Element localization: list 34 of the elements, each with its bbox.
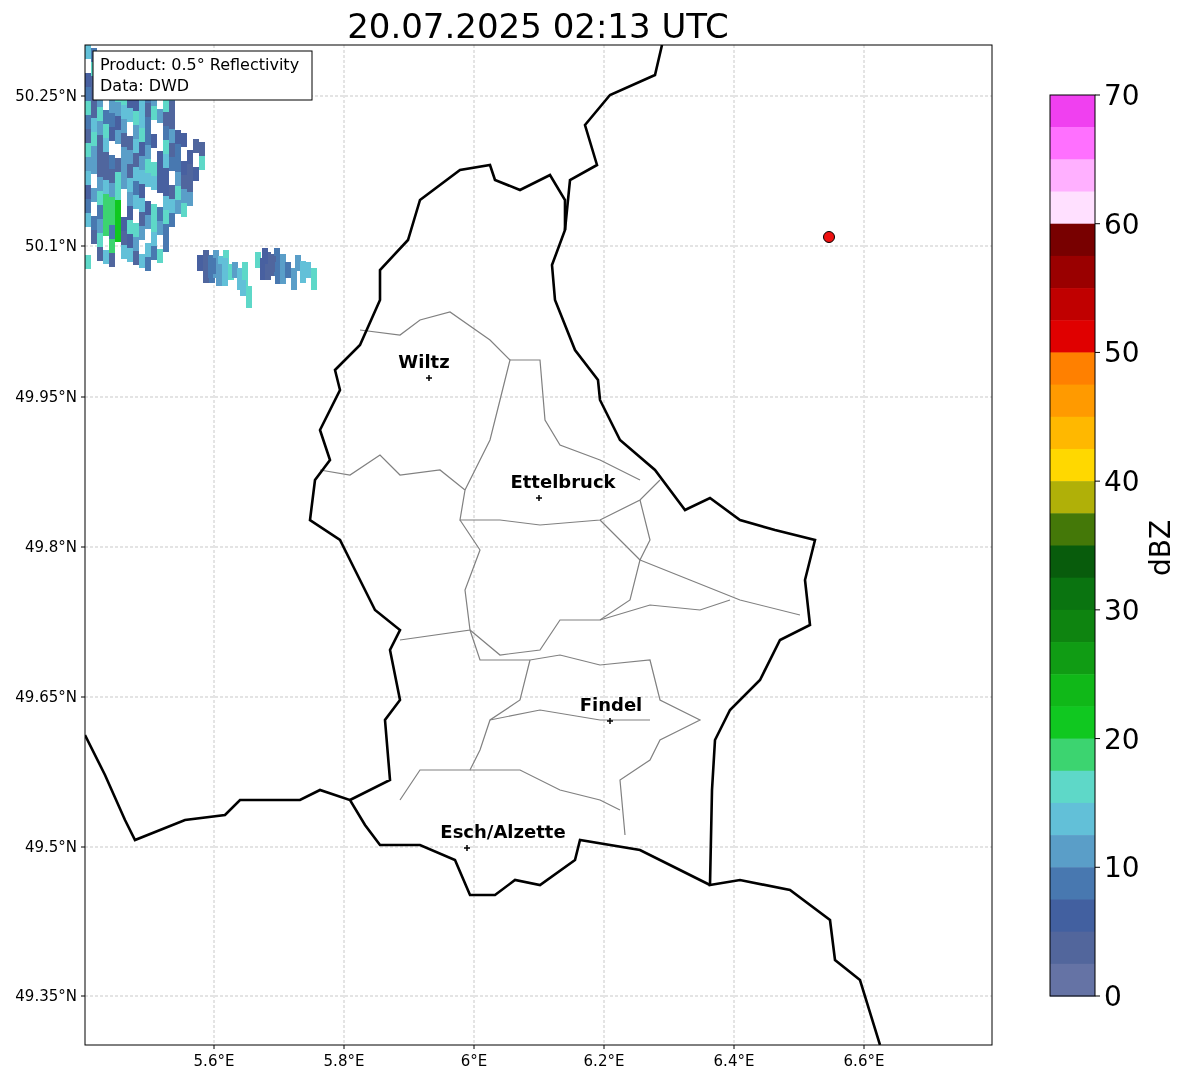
city-marker-icon	[425, 374, 433, 382]
colorbar-tick-label: 20	[1104, 722, 1140, 756]
axis-tick-label: 49.8°N	[24, 538, 77, 556]
axis-tick-label: 49.5°N	[24, 838, 77, 856]
colorbar-label: dBZ	[1144, 519, 1177, 577]
city-marker-icon	[463, 844, 471, 852]
colorbar-tick-label: 10	[1104, 851, 1140, 885]
chart-title: 20.07.2025 02:13 UTC	[347, 6, 729, 46]
colorbar-tick-label: 40	[1104, 465, 1140, 499]
axis-tick-label: 5.8°E	[323, 1052, 365, 1070]
city-marker-icon	[606, 717, 614, 725]
axis-tick-label: 6.6°E	[843, 1052, 885, 1070]
city-marker-icon	[535, 494, 543, 502]
axis-tick-label: 49.35°N	[15, 987, 77, 1005]
colorbar-tick-label: 60	[1104, 207, 1140, 241]
axis-tick-label: 49.95°N	[15, 388, 77, 406]
colorbar-tick-label: 50	[1104, 336, 1140, 370]
axis-tick-label: 49.65°N	[15, 688, 77, 706]
colorbar-tick-label: 0	[1104, 980, 1122, 1013]
info-text: Data: DWD	[100, 76, 190, 95]
info-text: Product: 0.5° Reflectivity	[100, 55, 300, 74]
station-marker-icon	[823, 231, 835, 243]
colorbar-tick-label: 30	[1104, 593, 1140, 627]
axis-tick-label: 6°E	[460, 1052, 488, 1070]
city-label: Esch/Alzette	[440, 821, 566, 842]
colorbar-tick-label: 70	[1104, 79, 1140, 112]
axis-tick-label: 5.6°E	[193, 1052, 235, 1070]
axis-tick-label: 6.4°E	[713, 1052, 755, 1070]
city-label: Ettelbruck	[510, 471, 616, 492]
axis-tick-label: 6.2°E	[583, 1052, 625, 1070]
city-label: Findel	[579, 694, 643, 715]
axis-tick-label: 50.25°N	[15, 87, 77, 105]
axis-tick-label: 50.1°N	[24, 237, 77, 255]
city-label: Wiltz	[398, 351, 450, 372]
